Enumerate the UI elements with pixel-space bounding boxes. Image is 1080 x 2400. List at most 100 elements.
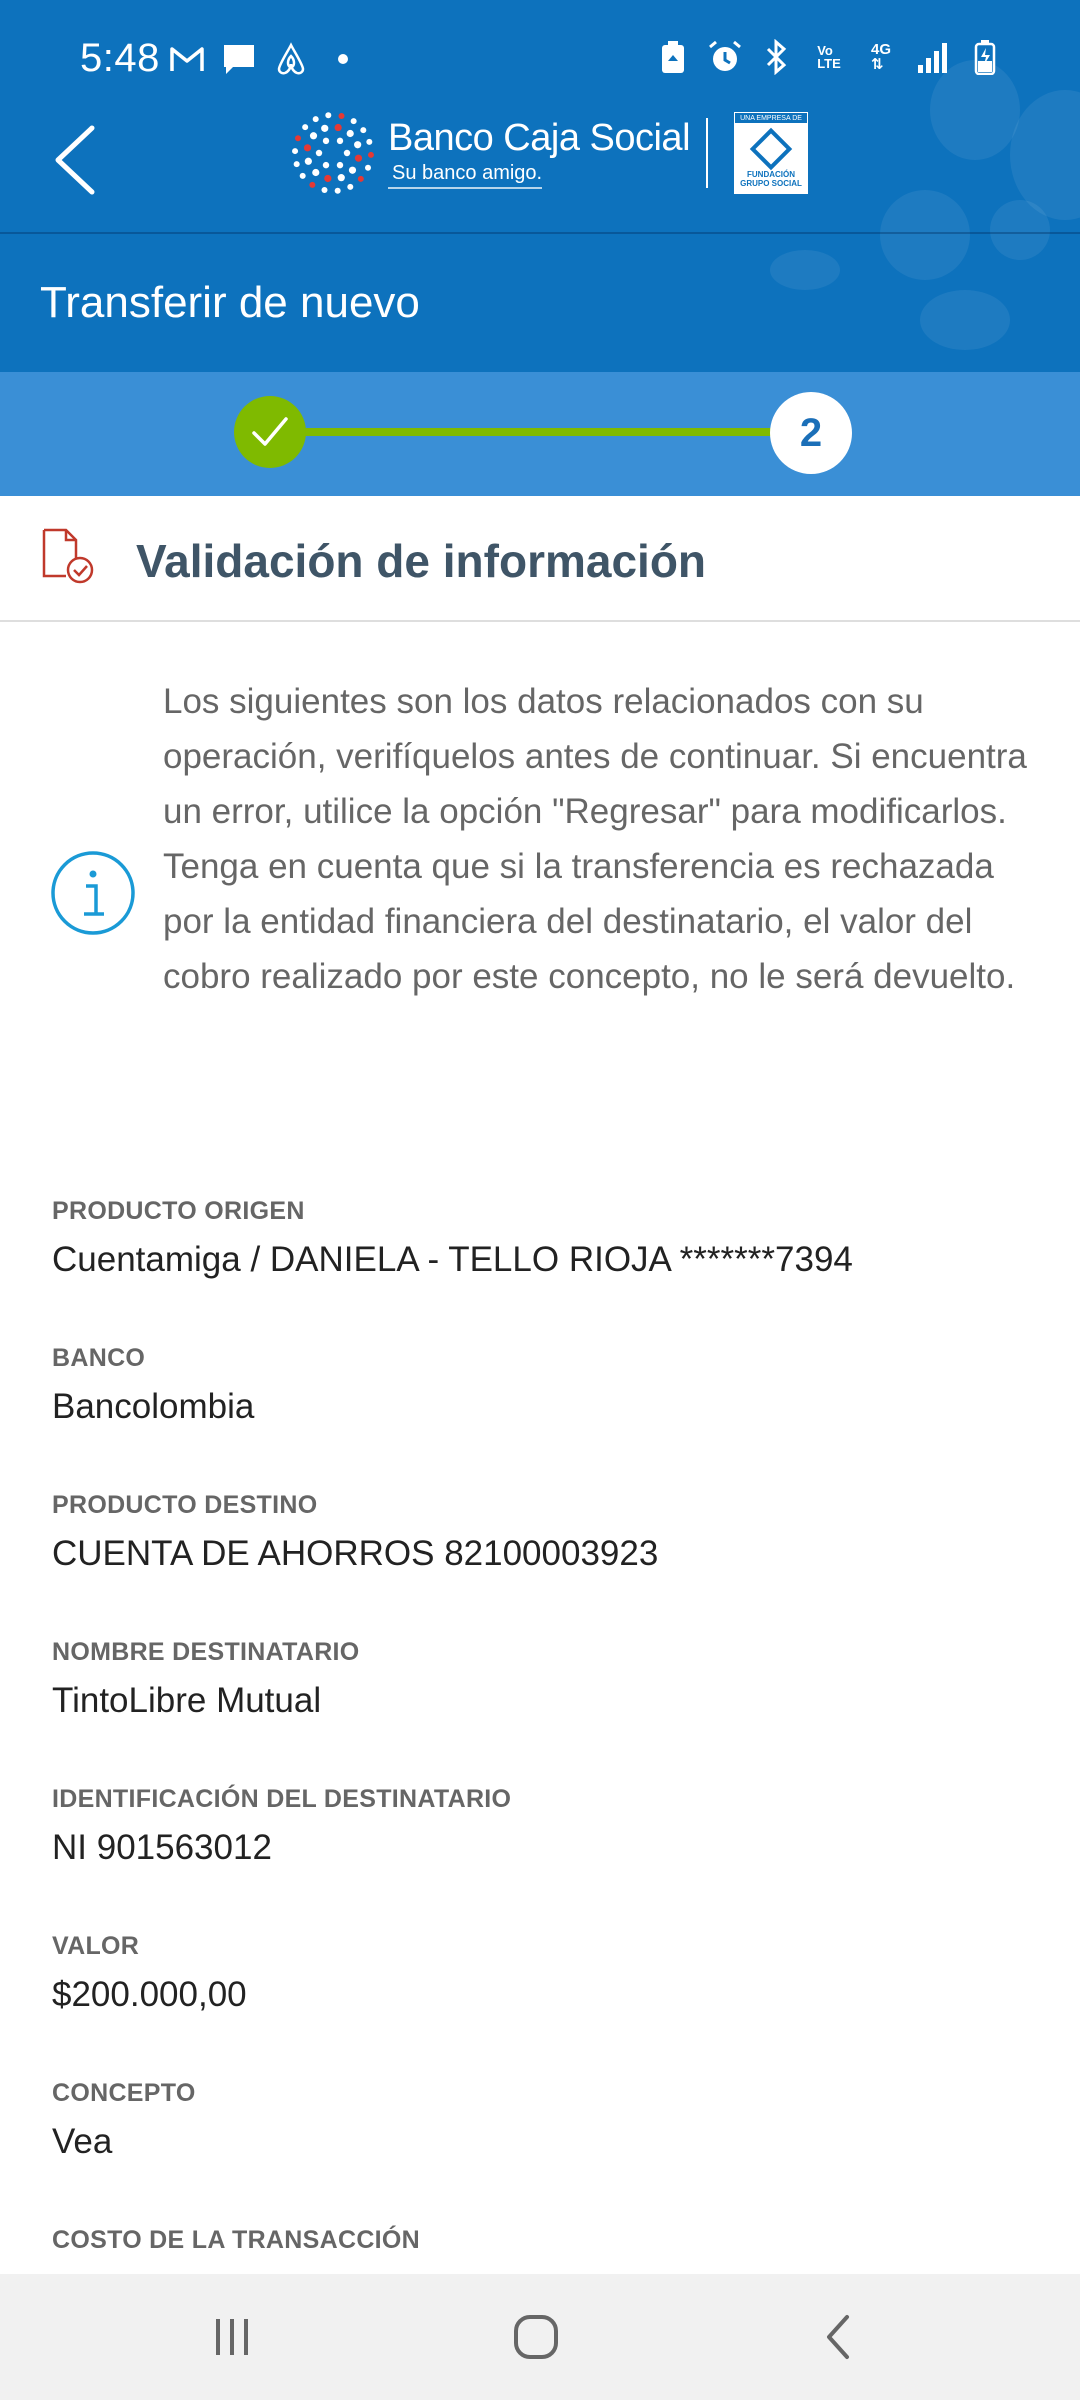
logo-dot <box>334 123 342 132</box>
info-paragraph-1: Los siguientes son los datos relacionado… <box>163 682 1027 831</box>
logo-dot <box>337 174 345 182</box>
field-valor: VALOR $200.000,00 <box>52 1931 1042 2078</box>
logo-dot <box>293 161 300 168</box>
battery-saver-icon <box>654 38 692 76</box>
back-arrow-icon[interactable] <box>48 122 108 198</box>
system-nav-bar <box>0 2274 1080 2400</box>
logo-dot <box>338 112 345 119</box>
info-paragraph-2: Tenga en cuenta que si la transferencia … <box>163 847 1016 996</box>
field-value: Bancolombia <box>52 1387 255 1426</box>
logo-dot <box>303 144 312 152</box>
alarm-icon <box>706 38 744 76</box>
logo-dot <box>321 124 329 132</box>
field-value: $200.000,00 <box>52 1975 247 2014</box>
dot-icon <box>324 40 362 78</box>
logo-dot <box>304 157 312 165</box>
logo-dot <box>348 166 357 174</box>
header-divider <box>0 232 1080 234</box>
status-left-icons <box>168 40 362 78</box>
fund-emblem-icon <box>749 127 793 171</box>
logo-burst-icon <box>292 112 374 194</box>
logo-dot <box>366 138 373 145</box>
logo-dot <box>365 164 372 171</box>
field-label: IDENTIFICACIÓN DEL DESTINATARIO <box>52 1785 512 1813</box>
logo-dot <box>354 141 362 149</box>
logo-dot <box>322 137 330 145</box>
brand-text: Banco Caja Social Su banco amigo. <box>388 116 691 189</box>
fund-top-text: UNA EMPRESA DE <box>734 112 809 124</box>
status-right-icons: Vo LTE 4G ⇅ <box>654 38 1004 76</box>
home-icon[interactable] <box>496 2304 576 2370</box>
logo-dot <box>350 118 357 125</box>
brand-tagline: Su banco amigo. <box>388 162 543 189</box>
logo-dot <box>334 187 341 194</box>
field-label: COSTO DE LA TRANSACCIÓN <box>52 2226 421 2254</box>
logo-dot <box>312 168 320 177</box>
logo-dot <box>325 112 332 119</box>
logo-dot <box>321 187 328 194</box>
brand-name: Banco Caja Social <box>388 116 691 159</box>
logo-dot <box>346 129 354 138</box>
fundacion-logo: UNA EMPRESA DE FUNDACIÓN GRUPO SOCIAL <box>734 112 809 194</box>
bank-logo: Banco Caja Social Su banco amigo. UNA EM… <box>288 108 809 198</box>
bluetooth-icon <box>758 38 796 76</box>
logo-dot <box>360 127 367 134</box>
chat-icon <box>220 40 258 78</box>
field-banco: BANCO Bancolombia <box>52 1343 1042 1490</box>
fund-name-line2: GRUPO SOCIAL <box>740 179 802 188</box>
logo-dot <box>367 151 374 158</box>
field-producto-origen: PRODUCTO ORIGEN Cuentamiga / DANIELA - T… <box>52 1196 1042 1343</box>
logo-dot <box>343 149 351 157</box>
field-value: Vea <box>52 2122 113 2161</box>
logo-dot <box>312 116 319 123</box>
logo-dot <box>294 135 301 142</box>
logo-dot <box>336 161 344 169</box>
signal-icon <box>914 38 952 76</box>
field-label: NOMBRE DESTINATARIO <box>52 1638 360 1666</box>
logo-dot <box>354 154 363 162</box>
field-identificacion: IDENTIFICACIÓN DEL DESTINATARIO NI 90156… <box>52 1784 1042 1931</box>
airbnb-icon <box>272 40 310 78</box>
app-header: 5:48 Vo LTE 4G ⇅ Banco Caja Social Su ba… <box>0 0 1080 372</box>
4g-icon: 4G ⇅ <box>870 41 891 73</box>
logo-dot <box>336 137 344 145</box>
field-value: CUENTA DE AHORROS 82100003923 <box>52 1534 659 1573</box>
field-label: PRODUCTO DESTINO <box>52 1491 318 1519</box>
field-label: BANCO <box>52 1344 146 1372</box>
document-check-icon <box>42 528 94 584</box>
decor-bubble <box>920 290 1010 350</box>
page-title: Transferir de nuevo <box>40 278 420 327</box>
field-value: Cuentamiga / DANIELA - TELLO RIOJA *****… <box>52 1240 853 1279</box>
step-2-current: 2 <box>770 392 852 474</box>
field-producto-destino: PRODUCTO DESTINO CUENTA DE AHORROS 82100… <box>52 1490 1042 1637</box>
logo-dot <box>322 161 330 169</box>
logo-dot <box>302 124 309 131</box>
info-message: Los siguientes son los datos relacionado… <box>163 674 1043 1004</box>
gmail-icon <box>168 40 206 78</box>
battery-icon <box>966 38 1004 76</box>
logo-divider <box>706 118 709 188</box>
logo-dot <box>315 149 323 157</box>
status-time: 5:48 <box>80 36 160 80</box>
progress-stepper: 2 <box>0 372 1080 496</box>
fund-name-line1: FUNDACIÓN <box>747 170 796 179</box>
field-label: VALOR <box>52 1932 140 1960</box>
field-value: TintoLibre Mutual <box>52 1681 322 1720</box>
section-title: Validación de información <box>136 535 707 587</box>
recents-icon[interactable] <box>192 2304 272 2370</box>
logo-dot <box>309 132 318 140</box>
field-nombre-destinatario: NOMBRE DESTINATARIO TintoLibre Mutual <box>52 1637 1042 1784</box>
logo-dot <box>292 148 299 155</box>
info-icon <box>51 851 135 935</box>
field-concepto: CONCEPTO Vea <box>52 2078 1042 2225</box>
back-icon[interactable] <box>798 2304 878 2370</box>
logo-dot <box>309 181 316 188</box>
field-label: CONCEPTO <box>52 2079 196 2107</box>
section-header: Validación de información <box>0 496 1080 622</box>
logo-dot <box>357 175 364 182</box>
step-connector <box>270 428 810 436</box>
logo-dot <box>347 183 354 190</box>
step-1-completed <box>234 396 306 468</box>
top-bar: Banco Caja Social Su banco amigo. UNA EM… <box>0 100 1080 232</box>
logo-dot <box>324 174 332 183</box>
